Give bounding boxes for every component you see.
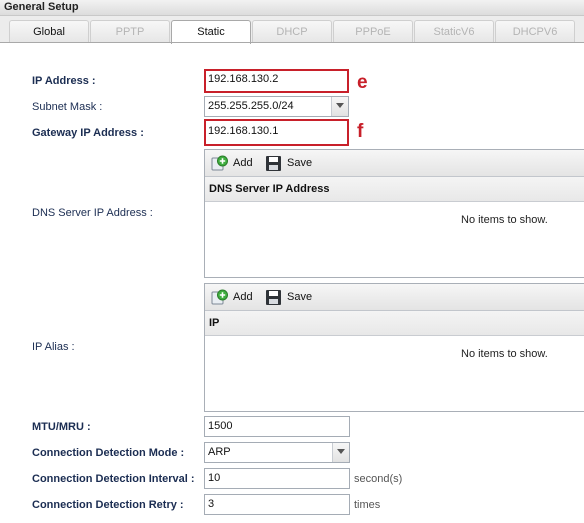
section-title: General Setup bbox=[4, 1, 79, 13]
dns-empty-text: No items to show. bbox=[461, 214, 548, 226]
detection-retry-input[interactable]: 3 bbox=[204, 494, 350, 515]
tab-dhcpv6: DHCPV6 bbox=[495, 20, 575, 43]
subnet-mask-value: 255.255.255.0/24 bbox=[208, 100, 294, 112]
save-icon bbox=[266, 156, 281, 171]
dns-server-grid: Add Save DNS Server IP Address No items … bbox=[204, 149, 584, 278]
annotation-e: e bbox=[357, 72, 368, 93]
annotation-f: f bbox=[357, 121, 364, 142]
gateway-label: Gateway IP Address : bbox=[32, 127, 144, 139]
tab-pptp: PPTP bbox=[90, 20, 170, 43]
ip-alias-label: IP Alias : bbox=[32, 341, 75, 353]
add-icon bbox=[211, 155, 228, 171]
ip-alias-add-label: Add bbox=[233, 291, 253, 303]
dns-add-label: Add bbox=[233, 157, 253, 169]
dns-toolbar: Add Save bbox=[205, 150, 584, 177]
ip-address-label: IP Address : bbox=[32, 75, 96, 87]
tab-global[interactable]: Global bbox=[9, 20, 89, 43]
detection-mode-label: Connection Detection Mode : bbox=[32, 447, 185, 459]
mtu-input[interactable]: 1500 bbox=[204, 416, 350, 437]
tab-pppoe: PPPoE bbox=[333, 20, 413, 43]
subnet-mask-label: Subnet Mask : bbox=[32, 101, 103, 113]
tab-staticv6: StaticV6 bbox=[414, 20, 494, 43]
add-icon bbox=[211, 289, 228, 305]
detection-mode-select[interactable]: ARP bbox=[204, 442, 350, 463]
dns-save-button[interactable]: Save bbox=[265, 155, 320, 172]
detection-interval-input[interactable]: 10 bbox=[204, 468, 350, 489]
dns-save-label: Save bbox=[287, 157, 313, 169]
dns-add-button[interactable]: Add bbox=[211, 155, 261, 172]
ip-alias-toolbar: Add Save bbox=[205, 284, 584, 311]
tab-bar: Global PPTP Static DHCP PPPoE StaticV6 D… bbox=[0, 16, 584, 44]
detection-retry-unit: times bbox=[354, 499, 381, 511]
chevron-down-icon[interactable] bbox=[331, 97, 348, 116]
subnet-mask-select[interactable]: 255.255.255.0/24 bbox=[204, 96, 349, 117]
tab-dhcp: DHCP bbox=[252, 20, 332, 43]
ip-alias-grid: Add Save IP No items to show. bbox=[204, 283, 584, 412]
ip-alias-empty-text: No items to show. bbox=[461, 348, 548, 360]
ip-address-input[interactable]: 192.168.130.2 bbox=[204, 69, 349, 93]
ip-alias-column-header[interactable]: IP bbox=[205, 311, 584, 336]
detection-retry-label: Connection Detection Retry : bbox=[32, 499, 184, 511]
chevron-down-icon[interactable] bbox=[332, 443, 349, 462]
save-icon bbox=[266, 290, 281, 305]
ip-alias-add-button[interactable]: Add bbox=[211, 289, 261, 306]
detection-interval-unit: second(s) bbox=[354, 473, 403, 485]
dns-server-label: DNS Server IP Address : bbox=[32, 207, 153, 219]
section-header: General Setup bbox=[0, 0, 584, 16]
tab-static[interactable]: Static bbox=[171, 20, 251, 44]
detection-mode-value: ARP bbox=[208, 446, 231, 458]
detection-interval-label: Connection Detection Interval : bbox=[32, 473, 195, 485]
mtu-label: MTU/MRU : bbox=[32, 421, 91, 433]
dns-column-header[interactable]: DNS Server IP Address bbox=[205, 177, 584, 202]
ip-alias-save-label: Save bbox=[287, 291, 313, 303]
tab-divider bbox=[0, 42, 584, 43]
ip-alias-save-button[interactable]: Save bbox=[265, 289, 320, 306]
gateway-input[interactable]: 192.168.130.1 bbox=[204, 119, 349, 146]
